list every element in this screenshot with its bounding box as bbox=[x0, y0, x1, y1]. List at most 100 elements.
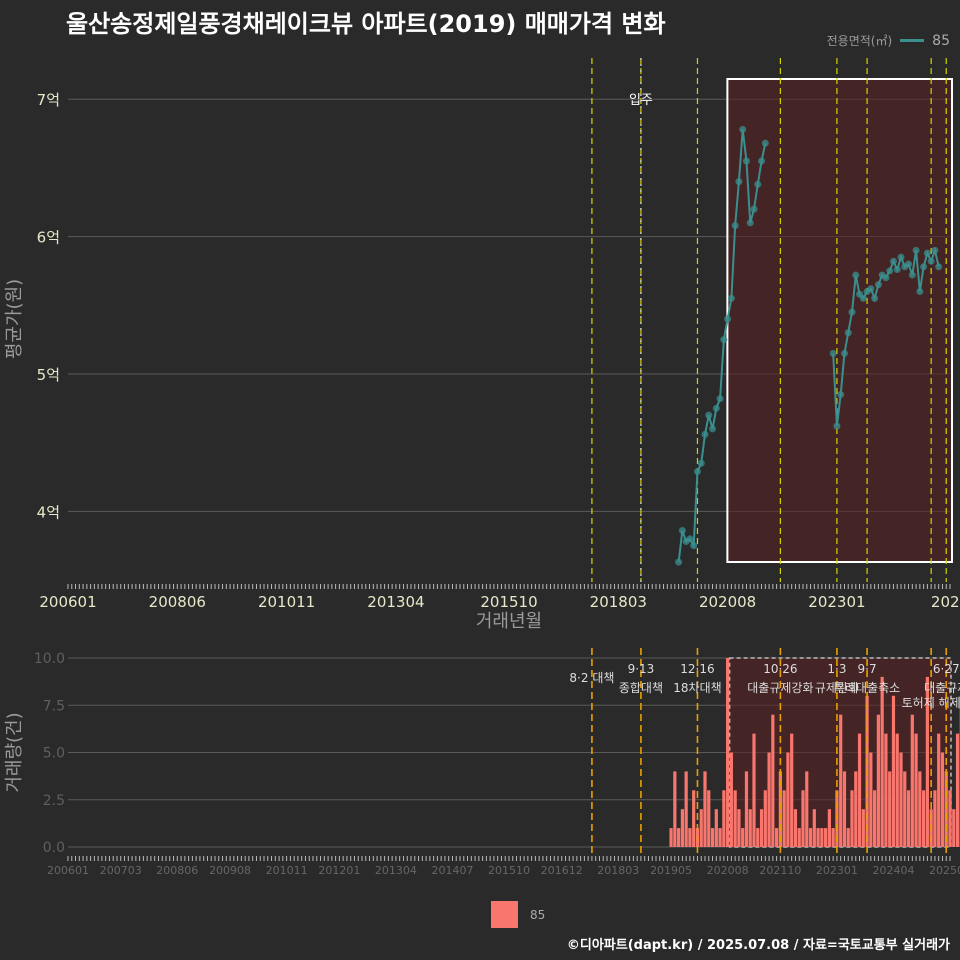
volume-x-tick-label: 202301 bbox=[816, 864, 858, 877]
volume-bar bbox=[756, 828, 760, 847]
volume-bar bbox=[741, 828, 745, 847]
price-data-point bbox=[920, 263, 928, 271]
volume-legend: 85 bbox=[491, 901, 545, 928]
volume-bar bbox=[842, 771, 847, 847]
policy-event-label: 종합대책 bbox=[619, 680, 663, 695]
price-data-point bbox=[739, 125, 747, 133]
price-data-point bbox=[833, 422, 841, 430]
volume-x-tick-label: 201011 bbox=[266, 864, 308, 877]
volume-x-tick-label: 202507 bbox=[929, 864, 960, 877]
price-data-point bbox=[840, 349, 848, 357]
policy-event-label: 8·2 대책 bbox=[569, 670, 614, 685]
price-data-point bbox=[923, 249, 931, 257]
volume-bar bbox=[899, 752, 903, 847]
volume-y-axis-label: 거래량(건) bbox=[4, 712, 25, 792]
volume-bar bbox=[888, 771, 892, 847]
volume-bar bbox=[733, 790, 737, 847]
volume-bar bbox=[918, 771, 922, 847]
price-data-point bbox=[931, 246, 939, 254]
volume-bar bbox=[873, 790, 877, 847]
volume-bar bbox=[846, 828, 850, 847]
volume-x-tick-label: 201905 bbox=[650, 864, 692, 877]
volume-bar bbox=[933, 790, 937, 847]
volume-bar bbox=[937, 733, 941, 847]
volume-bar bbox=[914, 733, 918, 847]
volume-bar bbox=[771, 714, 775, 847]
volume-x-tick-label: 201803 bbox=[597, 864, 639, 877]
volume-bar bbox=[744, 771, 749, 847]
legend-bar-swatch bbox=[491, 901, 518, 928]
volume-x-tick-label: 200601 bbox=[47, 864, 89, 877]
volume-bar bbox=[782, 790, 786, 847]
price-data-point bbox=[750, 205, 758, 213]
price-data-point bbox=[897, 253, 905, 261]
price-data-point bbox=[871, 294, 879, 302]
price-data-point bbox=[905, 260, 913, 268]
price-data-point bbox=[837, 391, 845, 399]
price-x-tick-label: 201011 bbox=[258, 593, 315, 611]
volume-bar bbox=[805, 771, 809, 847]
policy-event-label: 대출규제강화 bbox=[747, 681, 813, 695]
volume-x-tick-label: 200908 bbox=[209, 864, 251, 877]
volume-x-tick-label: 202110 bbox=[759, 864, 801, 877]
price-x-tick-label: 200601 bbox=[39, 593, 96, 611]
volume-bar bbox=[703, 771, 707, 847]
volume-bar bbox=[854, 771, 858, 847]
price-data-point bbox=[716, 395, 724, 403]
price-data-point bbox=[882, 274, 890, 282]
price-data-point bbox=[754, 180, 762, 188]
price-data-point bbox=[686, 535, 694, 543]
price-y-tick-label: 6억 bbox=[37, 229, 60, 247]
price-data-point bbox=[908, 271, 916, 279]
volume-bar bbox=[903, 771, 907, 847]
legend-bar-label: 85 bbox=[530, 907, 546, 922]
policy-event-date: 12·16 bbox=[680, 662, 714, 676]
price-x-tick-label: 201510 bbox=[480, 593, 537, 611]
volume-bar bbox=[673, 771, 677, 847]
price-x-tick-label: 201803 bbox=[590, 593, 647, 611]
volume-bar bbox=[763, 790, 767, 847]
volume-bar bbox=[729, 752, 733, 847]
volume-bar bbox=[767, 752, 771, 847]
price-data-point bbox=[712, 404, 720, 412]
volume-y-tick-label: 5.0 bbox=[43, 746, 65, 762]
price-data-point bbox=[693, 467, 701, 475]
volume-x-tick-label: 202008 bbox=[707, 864, 749, 877]
volume-bar bbox=[669, 828, 673, 847]
volume-bar bbox=[752, 733, 756, 847]
volume-bar bbox=[906, 790, 911, 847]
policy-event-date: 6·27 bbox=[933, 662, 960, 676]
volume-bar bbox=[861, 809, 865, 847]
volume-bar bbox=[850, 790, 854, 847]
volume-y-tick-label: 2.5 bbox=[43, 793, 65, 809]
volume-bar bbox=[857, 733, 862, 847]
price-data-point bbox=[886, 267, 894, 275]
policy-event-label: 18차대책 bbox=[673, 680, 721, 695]
price-data-point bbox=[709, 425, 717, 433]
policy-event-date: 9·7 bbox=[858, 662, 877, 676]
price-data-point bbox=[927, 257, 935, 265]
credit-text: ©디아파트(dapt.kr) / 2025.07.08 / 자료=국토교통부 실… bbox=[566, 938, 950, 953]
price-x-tick-label: 202008 bbox=[699, 593, 756, 611]
price-data-point bbox=[720, 336, 728, 344]
price-x-tick-label: 202301 bbox=[808, 593, 865, 611]
volume-x-tick-label: 200806 bbox=[156, 864, 198, 877]
price-data-point bbox=[829, 349, 837, 357]
chart-canvas: 4억 5억 6억 7억 입주 200601 200806 201011 201304 201510… bbox=[4, 58, 960, 877]
volume-bar bbox=[699, 809, 703, 847]
price-x-tick-label: 2025 bbox=[931, 593, 960, 611]
volume-bar bbox=[714, 809, 718, 847]
price-y-tick-label: 4억 bbox=[37, 503, 60, 521]
price-data-point bbox=[889, 257, 897, 265]
price-data-point bbox=[761, 139, 769, 147]
volume-bar bbox=[801, 790, 805, 847]
volume-bar bbox=[869, 752, 873, 847]
price-data-point bbox=[705, 411, 713, 419]
policy-event-date: 1·3 bbox=[827, 662, 846, 676]
volume-bar bbox=[710, 828, 715, 847]
price-data-point bbox=[867, 285, 875, 293]
volume-x-tick-label: 201201 bbox=[318, 864, 360, 877]
volume-bar bbox=[910, 714, 914, 847]
price-data-point bbox=[874, 281, 882, 289]
volume-x-tick-label: 202404 bbox=[872, 864, 914, 877]
